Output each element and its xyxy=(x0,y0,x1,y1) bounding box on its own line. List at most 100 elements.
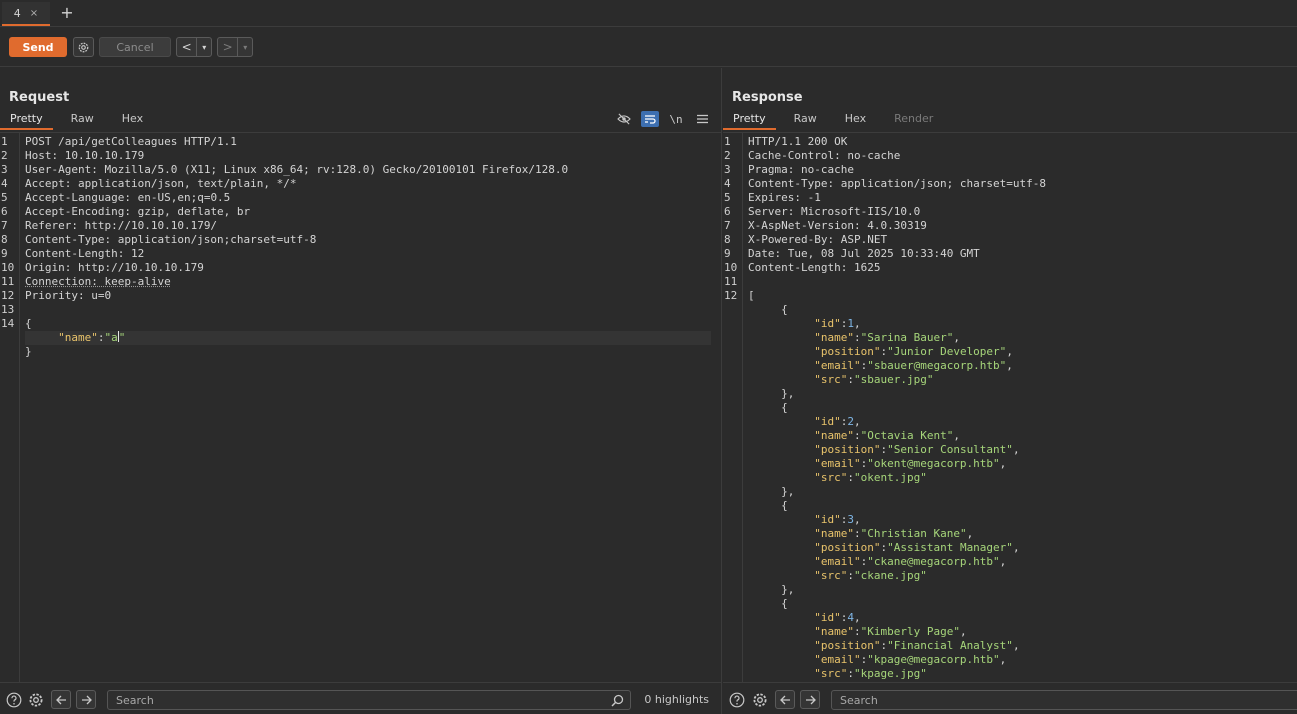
json-string: "kpage.jpg" xyxy=(854,667,927,680)
gear-icon xyxy=(77,41,90,54)
json-colon: : xyxy=(854,625,861,638)
tab-hex[interactable]: Hex xyxy=(112,110,153,130)
tab-raw[interactable]: Raw xyxy=(61,110,104,130)
help-icon[interactable] xyxy=(728,691,745,708)
code-line: Content-Length: 1625 xyxy=(748,261,1287,275)
json-comma: , xyxy=(1013,639,1020,652)
header-name: Accept-Encoding: xyxy=(25,205,131,218)
header-value: u=0 xyxy=(85,289,112,302)
request-editor[interactable]: 1 2 3 4 5 6 7 8 9 10 11 12 13 14 POST /api/getColleag… xyxy=(0,132,721,682)
menu-icon[interactable] xyxy=(693,111,711,127)
json-colon: : xyxy=(847,471,854,484)
header-value: no-cache xyxy=(794,163,854,176)
json-close: } xyxy=(25,345,711,359)
json-field-line: "name":"Octavia Kent", xyxy=(748,429,1287,443)
json-field-line: "position":"Senior Consultant", xyxy=(748,443,1287,457)
add-tab-button[interactable]: + xyxy=(59,3,75,23)
json-body-line: "name":"a" xyxy=(25,331,711,345)
json-object-open: { xyxy=(748,499,1287,513)
line-number: 3 xyxy=(723,163,742,177)
code-line: Priority: u=0 xyxy=(25,289,711,303)
header-value: application/json; charset=utf-8 xyxy=(834,177,1046,190)
json-key: "src" xyxy=(814,373,847,386)
json-key: "position" xyxy=(814,541,880,554)
header-value: 12 xyxy=(124,247,144,260)
line-number: 9 xyxy=(0,247,19,261)
request-editor-tools: \n xyxy=(615,111,711,127)
line-gutter: 1 2 3 4 5 6 7 8 9 10 11 12 13 14 xyxy=(0,133,20,682)
json-key: "name" xyxy=(814,625,854,638)
code-line: Origin: http://10.10.10.179 xyxy=(25,261,711,275)
response-code[interactable]: HTTP/1.1 200 OK Cache-Control: no-cache Pr… xyxy=(748,135,1287,681)
tab-render[interactable]: Render xyxy=(884,110,943,130)
header-name: Connection: xyxy=(25,275,98,288)
json-colon: : xyxy=(854,331,861,344)
wrap-lines-icon[interactable] xyxy=(641,111,659,127)
header-value: Microsoft-IIS/10.0 xyxy=(794,205,920,218)
response-view-tabs: Pretty Raw Hex Render xyxy=(723,110,951,130)
cancel-button[interactable]: Cancel xyxy=(99,37,171,57)
json-object-open: { xyxy=(748,401,1287,415)
request-search-bar: 0 highlights xyxy=(0,682,721,714)
header-value: keep-alive xyxy=(98,275,171,288)
send-button[interactable]: Send xyxy=(9,37,67,57)
json-comma: , xyxy=(1000,555,1007,568)
header-name: Content-Type: xyxy=(748,177,834,190)
search-next-button[interactable] xyxy=(800,690,820,709)
header-name: User-Agent: xyxy=(25,163,98,176)
line-number: 1 xyxy=(723,135,742,149)
header-name: Accept-Language: xyxy=(25,191,131,204)
tab-hex[interactable]: Hex xyxy=(835,110,876,130)
search-prev-button[interactable] xyxy=(51,690,71,709)
help-icon[interactable] xyxy=(5,691,22,708)
json-field-line: "name":"Sarina Bauer", xyxy=(748,331,1287,345)
chevron-down-icon[interactable]: ▾ xyxy=(237,38,252,56)
json-field-line: "src":"kpage.jpg" xyxy=(748,667,1287,681)
json-number: 2 xyxy=(847,415,854,428)
code-line: Host: 10.10.10.179 xyxy=(25,149,711,163)
arrow-left-icon xyxy=(780,695,791,705)
request-code[interactable]: POST /api/getColleagues HTTP/1.1 Host: 10… xyxy=(25,135,711,359)
history-back-button[interactable]: < ▾ xyxy=(176,37,212,57)
gear-icon[interactable] xyxy=(751,691,768,708)
response-editor[interactable]: 1 2 3 4 5 6 7 8 9 10 11 12 HTTP/1.1 200 OK Cache-Con… xyxy=(723,132,1297,682)
header-value: ASP.NET xyxy=(834,233,887,246)
header-value: 1625 xyxy=(847,261,880,274)
json-key: "id" xyxy=(814,415,841,428)
response-pane: Response Pretty Raw Hex Render 123456789… xyxy=(723,68,1297,714)
json-field-line: "email":"sbauer@megacorp.htb", xyxy=(748,359,1287,373)
json-comma: , xyxy=(854,513,861,526)
json-key: "email" xyxy=(814,359,860,372)
json-comma: , xyxy=(854,317,861,330)
chevron-down-icon[interactable]: ▾ xyxy=(196,38,211,56)
tab-pretty[interactable]: Pretty xyxy=(723,110,776,130)
tab-4[interactable]: 4 × xyxy=(2,2,50,26)
response-search-bar xyxy=(723,682,1297,714)
tab-pretty[interactable]: Pretty xyxy=(0,110,53,130)
json-field-line: "name":"Christian Kane", xyxy=(748,527,1287,541)
json-open: [ xyxy=(748,289,1287,303)
search-icon xyxy=(611,694,624,707)
response-search-input[interactable] xyxy=(832,691,1297,709)
request-search-input[interactable] xyxy=(108,691,630,709)
back-label: < xyxy=(177,40,196,54)
json-comma: , xyxy=(1006,359,1013,372)
hide-icon[interactable] xyxy=(615,111,633,127)
arrow-right-icon xyxy=(805,695,816,705)
settings-button[interactable] xyxy=(73,37,94,57)
search-next-button[interactable] xyxy=(76,690,96,709)
json-field-line: "src":"ckane.jpg" xyxy=(748,569,1287,583)
json-string: "ckane.jpg" xyxy=(854,569,927,582)
json-comma: , xyxy=(967,527,974,540)
header-name: Expires: xyxy=(748,191,801,204)
tab-raw[interactable]: Raw xyxy=(784,110,827,130)
search-prev-button[interactable] xyxy=(775,690,795,709)
history-forward-button[interactable]: > ▾ xyxy=(217,37,253,57)
json-key: "id" xyxy=(814,317,841,330)
tab-close-icon[interactable]: × xyxy=(30,8,38,19)
gear-icon[interactable] xyxy=(27,691,44,708)
newline-icon[interactable]: \n xyxy=(667,111,685,127)
line-number: 2 xyxy=(723,149,742,163)
header-name: X-Powered-By: xyxy=(748,233,834,246)
line-number: 2 xyxy=(0,149,19,163)
